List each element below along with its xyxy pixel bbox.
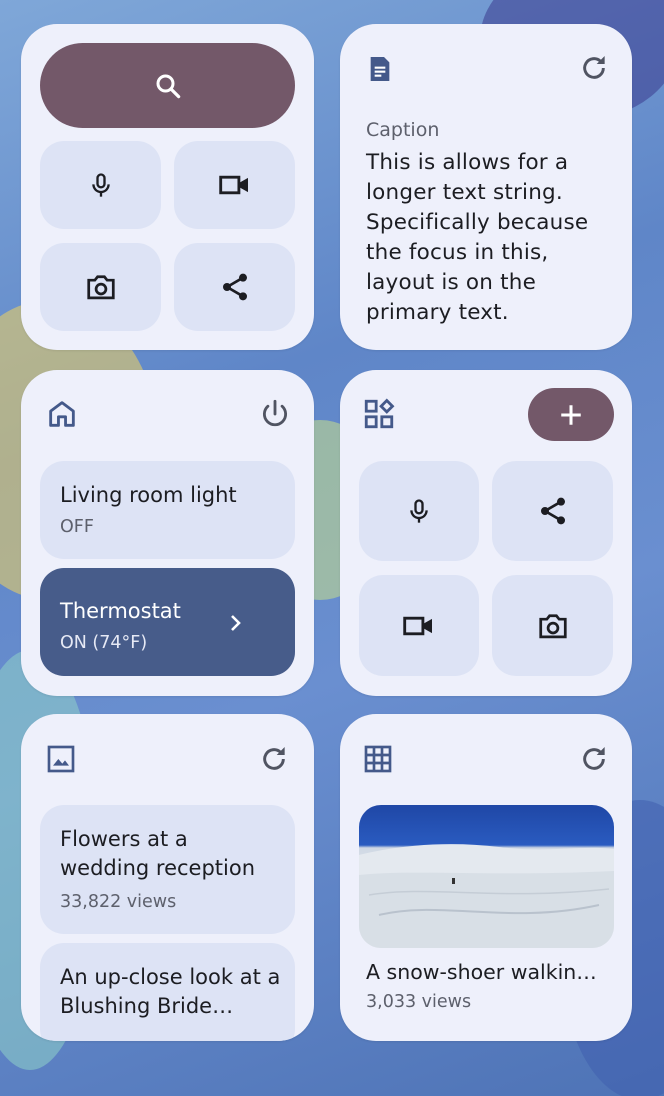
media-thumbnail[interactable] [359, 805, 614, 948]
widgets-icon [362, 397, 396, 431]
media-widget[interactable]: A snow-shoer walkin… 3,033 views [340, 714, 632, 1041]
list-item-title: An up-close look at a Blushing Bride… [60, 965, 281, 1018]
videocam-icon [218, 172, 252, 198]
search-button[interactable] [40, 43, 295, 128]
voice-search-button[interactable] [40, 141, 161, 229]
list-item[interactable]: Flowers at a wedding reception 33,822 vi… [40, 805, 295, 934]
camera-button[interactable] [40, 243, 161, 331]
device-status: OFF [60, 517, 94, 537]
add-button[interactable] [528, 388, 614, 441]
video-button[interactable] [174, 141, 295, 229]
camera-icon [536, 611, 570, 641]
mic-icon [87, 170, 115, 200]
list-item-views: 33,822 views [60, 892, 177, 912]
caption-label: Caption [366, 119, 440, 141]
share-icon [219, 271, 251, 303]
video-shortcut-button[interactable] [359, 575, 479, 676]
shortcuts-widget [340, 370, 632, 696]
refresh-icon[interactable] [258, 743, 290, 775]
grid-icon [362, 743, 394, 775]
share-button[interactable] [174, 243, 295, 331]
camera-shortcut-button[interactable] [492, 575, 613, 676]
refresh-icon[interactable] [578, 743, 610, 775]
add-icon [558, 402, 584, 428]
share-shortcut-button[interactable] [492, 461, 613, 561]
image-icon [45, 743, 77, 775]
camera-icon [84, 272, 118, 302]
refresh-icon[interactable] [578, 52, 610, 84]
caption-body: This is allows for a longer text string.… [366, 150, 589, 325]
device-name: Thermostat [60, 599, 181, 623]
text-widget[interactable]: Caption This is allows for a longer text… [340, 24, 632, 350]
mic-shortcut-button[interactable] [359, 461, 479, 561]
share-icon [537, 495, 569, 527]
power-icon[interactable] [258, 397, 292, 431]
search-icon [153, 71, 183, 101]
home-icon [45, 397, 79, 431]
device-tile-thermostat[interactable]: Thermostat ON (74°F) [40, 568, 295, 676]
media-views: 3,033 views [366, 992, 472, 1012]
device-tile-living-room-light[interactable]: Living room light OFF [40, 461, 295, 559]
chevron-right-icon [223, 611, 247, 635]
document-icon [364, 53, 396, 85]
device-name: Living room light [60, 483, 237, 507]
search-widget [21, 24, 314, 350]
list-widget: Flowers at a wedding reception 33,822 vi… [21, 714, 314, 1041]
mic-icon [405, 496, 433, 526]
device-status: ON (74°F) [60, 633, 148, 653]
snow-landscape-image [359, 844, 614, 948]
videocam-icon [402, 613, 436, 639]
list-item[interactable]: An up-close look at a Blushing Bride… [40, 943, 295, 1041]
media-title: A snow-shoer walkin… [366, 960, 597, 984]
home-widget: Living room light OFF Thermostat ON (74°… [21, 370, 314, 696]
list-item-title: Flowers at a wedding reception [60, 827, 256, 880]
